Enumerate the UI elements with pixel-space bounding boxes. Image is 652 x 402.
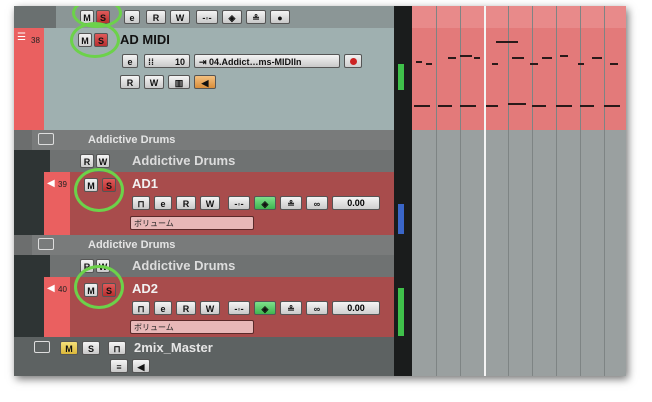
read-button[interactable]: R xyxy=(120,75,140,89)
monitor-icon[interactable]: -◦- xyxy=(228,196,250,210)
write-button[interactable]: W xyxy=(200,301,220,315)
menu-icon[interactable]: ≡ xyxy=(110,359,128,373)
write-button[interactable]: W xyxy=(200,196,220,210)
lane-icon[interactable]: ≗ xyxy=(280,196,302,210)
read-button[interactable]: R xyxy=(176,301,196,315)
track-ad-midi: ☰ 38 M S AD MIDI e ⁞⁞ 10 ⇥ 04.Addict…ms-M… xyxy=(14,22,394,130)
speaker-icon: ◀ xyxy=(47,178,55,189)
track-list: M S e R W -◦- ◈ ≗ ● ☰ 38 M S AD MIDI e ⁞… xyxy=(14,6,394,376)
monitor-icon[interactable]: -◦- xyxy=(196,10,218,24)
input-icon[interactable]: ◈ xyxy=(222,10,242,24)
group-name[interactable]: Addictive Drums xyxy=(132,258,235,273)
ad1-level-meter xyxy=(398,204,404,234)
channel-value: 10 xyxy=(174,57,185,67)
edit-button[interactable]: e xyxy=(154,196,172,210)
midi-icon: ☰ xyxy=(17,32,26,43)
lock-icon[interactable]: ⊓ xyxy=(132,301,150,315)
track-ad2: ◀ 40 M S AD2 ⊓ e R W -◦- ◈ ≗ ∞ 0.00 ボリュー… xyxy=(14,265,394,337)
automation-field[interactable]: ボリューム xyxy=(130,216,254,230)
output-arrow-icon: ⇥ xyxy=(199,57,210,67)
write-button[interactable]: W xyxy=(144,75,164,89)
track-master: M S ⊓ 2mix_Master ≡ ◀ xyxy=(14,337,394,376)
link-button[interactable]: ∞ xyxy=(306,301,328,315)
monitor-icon[interactable]: -◦- xyxy=(228,301,250,315)
midi-part-ad-midi xyxy=(412,28,626,130)
track-name[interactable]: AD1 xyxy=(132,176,158,191)
track-ad1: ◀ 39 M S AD1 ⊓ e R W -◦- ◈ ≗ ∞ 0.00 ボリュー… xyxy=(14,168,394,235)
read-button[interactable]: R xyxy=(146,10,166,24)
folder-track-2: Addictive Drums xyxy=(14,235,394,255)
write-button[interactable]: W xyxy=(170,10,190,24)
folder-name[interactable]: Addictive Drums xyxy=(88,134,175,146)
track-number: 39 xyxy=(58,180,67,189)
lane-icon[interactable]: ≗ xyxy=(246,10,266,24)
cursor-line xyxy=(484,6,486,376)
read-button[interactable]: R xyxy=(80,154,94,168)
input-monitor-icon[interactable]: ◈ xyxy=(254,196,276,210)
read-button[interactable]: R xyxy=(176,196,196,210)
track-number: 38 xyxy=(31,36,40,45)
group-name[interactable]: Addictive Drums xyxy=(132,153,235,168)
lane-icon[interactable]: ≗ xyxy=(280,301,302,315)
highlight-circle xyxy=(74,265,124,309)
track-name[interactable]: 2mix_Master xyxy=(134,340,213,355)
highlight-circle xyxy=(74,168,124,212)
volume-value[interactable]: 0.00 xyxy=(332,301,380,315)
keyboard-icon[interactable]: ▥ xyxy=(168,75,190,89)
midi-level-meter xyxy=(398,64,404,90)
speaker-icon: ◀ xyxy=(47,283,55,294)
edit-button[interactable]: e xyxy=(122,54,138,68)
track-name[interactable]: AD MIDI xyxy=(120,32,170,47)
channel-icon: ⁞⁞ xyxy=(148,57,154,67)
cubase-window: M S e R W -◦- ◈ ≗ ● ☰ 38 M S AD MIDI e ⁞… xyxy=(14,6,626,376)
arrange-area xyxy=(412,6,626,376)
record-icon[interactable]: ● xyxy=(270,10,290,24)
lock-icon[interactable]: ⊓ xyxy=(132,196,150,210)
level-meter-column xyxy=(394,6,412,376)
track-partial-row: M S e R W -◦- ◈ ≗ ● xyxy=(14,6,394,28)
midi-channel[interactable]: ⁞⁞ 10 xyxy=(144,54,190,68)
mute-button[interactable]: M xyxy=(60,341,78,355)
midi-output-select[interactable]: ⇥ 04.Addict…ms-MIDIIn xyxy=(194,54,340,68)
speaker-icon[interactable]: ◀ xyxy=(194,75,216,89)
record-icon xyxy=(350,58,357,65)
link-button[interactable]: ∞ xyxy=(306,196,328,210)
folder-icon[interactable] xyxy=(38,238,54,250)
write-button[interactable]: W xyxy=(96,154,110,168)
folder-name[interactable]: Addictive Drums xyxy=(88,239,175,251)
group-track-2: R W Addictive Drums xyxy=(14,255,394,277)
folder-track-1: Addictive Drums xyxy=(14,130,394,150)
lock-icon[interactable]: ⊓ xyxy=(108,341,126,355)
track-number: 40 xyxy=(58,285,67,294)
track-name[interactable]: AD2 xyxy=(132,281,158,296)
input-monitor-icon[interactable]: ◈ xyxy=(254,301,276,315)
speaker-icon[interactable]: ◀ xyxy=(132,359,150,373)
edit-button[interactable]: e xyxy=(124,10,140,24)
automation-field[interactable]: ボリューム xyxy=(130,320,254,334)
record-button[interactable] xyxy=(344,54,362,68)
folder-icon[interactable] xyxy=(34,341,50,353)
edit-button[interactable]: e xyxy=(154,301,172,315)
solo-button[interactable]: S xyxy=(82,341,100,355)
folder-icon[interactable] xyxy=(38,133,54,145)
volume-value[interactable]: 0.00 xyxy=(332,196,380,210)
empty-lanes xyxy=(412,130,626,376)
group-track-1: R W Addictive Drums xyxy=(14,150,394,172)
output-label: 04.Addict…ms-MIDIIn xyxy=(209,57,302,67)
midi-part-top xyxy=(412,6,626,28)
highlight-circle xyxy=(70,22,120,58)
ad2-level-meter xyxy=(398,288,404,336)
